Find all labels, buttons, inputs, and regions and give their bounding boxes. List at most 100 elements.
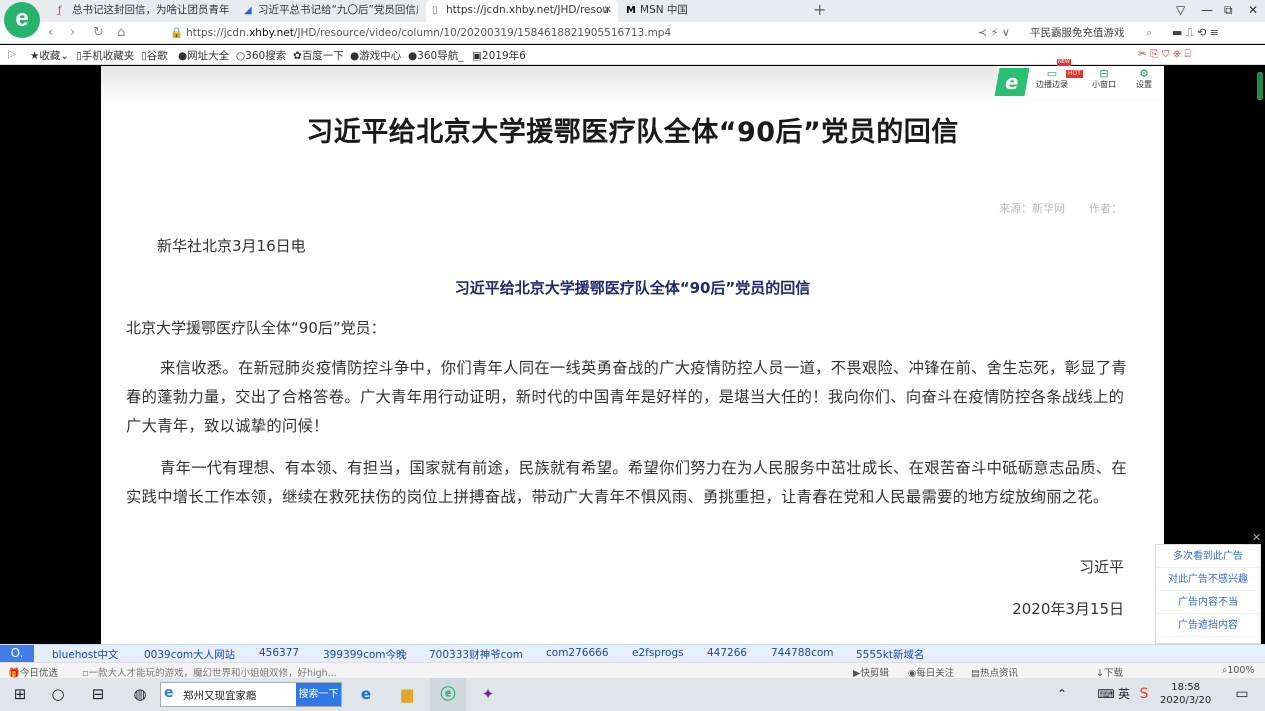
toolbar-icons[interactable]: ▬ ⎍ ⟲ ≡ — [1172, 24, 1219, 42]
msn-icon: M — [626, 5, 636, 16]
ad-link[interactable]: com276666 — [546, 647, 609, 659]
url-domain: xhby.net — [249, 27, 294, 39]
share-icon[interactable]: ≺ ⚡ ∨ — [978, 24, 1010, 42]
ad-feedback-option[interactable]: 对此广告不感兴趣 — [1156, 568, 1260, 591]
taskbar-search-button[interactable]: 搜索一下 — [296, 683, 341, 706]
ad-link[interactable]: 744788com — [771, 647, 834, 659]
settings-button[interactable]: ⚙ 设置 — [1127, 68, 1161, 90]
tab-1[interactable]: ƒ 总书记这封回信，为啥让团员青年 — [52, 0, 230, 22]
url-field[interactable]: 🔒 https://jcdn.xhby.net/JHD/resource/vide… — [170, 26, 671, 39]
clock[interactable]: 18:58 2020/3/20 — [1160, 681, 1211, 707]
status-item[interactable]: ▶快剪辑 — [853, 665, 889, 679]
home-icon[interactable]: ⌂ — [117, 24, 125, 42]
link-bar: O. bluehost中文 0039com大人网站 456377 399399c… — [0, 644, 1265, 663]
extension-icons[interactable]: ✂ ⎘ ⛉ ⎈ ⌸ — [1138, 48, 1191, 61]
close-icon[interactable]: ✕ — [1252, 531, 1261, 544]
forward-icon[interactable]: › — [70, 24, 75, 42]
clock-date: 2020/3/20 — [1160, 695, 1212, 706]
bookmark-item[interactable]: ▣2019年6 — [472, 48, 526, 63]
bookmark-item[interactable]: ●360导航_ — [408, 48, 463, 63]
letter-title: 习近平给北京大学援鄂医疗队全体“90后”党员的回信 — [454, 279, 811, 297]
tab-label: MSN 中国 — [640, 4, 688, 16]
ad-link[interactable]: 5555kt新域名 — [856, 647, 924, 662]
ad-link[interactable]: 0039com大人网站 — [144, 647, 235, 662]
tab-4[interactable]: M MSN 中国 — [620, 0, 805, 22]
url-prefix: https://jcdn. — [186, 27, 250, 39]
ad-link[interactable]: 447266 — [707, 647, 747, 659]
back-icon[interactable]: ‹ — [48, 24, 53, 42]
link-bar-logo[interactable]: O. — [0, 645, 34, 663]
ad-link[interactable]: bluehost中文 — [52, 647, 118, 662]
bookmark-item[interactable]: ★收藏⌄ — [30, 48, 69, 63]
hot-badge: HOT — [1066, 70, 1083, 78]
article-source: 来源：新华网 — [999, 202, 1065, 215]
ie-icon: e — [164, 685, 174, 701]
paragraph-2: 青年一代有理想、有本领、有担当，国家就有前途，民族就有希望。希望你们努力在为人民… — [126, 459, 1128, 506]
chevron-up-icon[interactable]: ⌃ — [1050, 683, 1074, 705]
record-button[interactable]: ▭ 边播边录 — [1035, 68, 1069, 90]
address-bar: ‹ › ↻ ⌂ 🔒 https://jcdn.xhby.net/JHD/resou… — [0, 22, 1265, 44]
browser-logo-icon[interactable]: e — [994, 68, 1030, 96]
url-path: /JHD/resource/video/column/10/20200319/1… — [293, 27, 672, 39]
mini-window-button[interactable]: ⊟ 小窗口 — [1087, 68, 1121, 90]
notification-icon[interactable]: ▭ — [1230, 683, 1254, 705]
windows-start-icon[interactable]: ⊞ — [8, 683, 32, 705]
bookmark-item[interactable]: ▯手机收藏夹 — [76, 48, 134, 63]
search-icon[interactable]: ⌕ — [1146, 24, 1152, 42]
bookmark-item[interactable]: ●游戏中心 — [350, 48, 401, 63]
ad-feedback-option[interactable]: 多次看到此广告 — [1156, 545, 1260, 568]
game-app-icon[interactable]: ✦ — [476, 683, 500, 705]
restore-button[interactable]: ⧉ — [1224, 0, 1233, 20]
status-item[interactable]: ▤热点资讯 — [971, 665, 1018, 679]
ad-link[interactable]: 399399com今晚 — [323, 647, 407, 662]
browser-logo-icon[interactable]: e — [4, 2, 40, 38]
folder-icon[interactable]: ▆ — [395, 683, 419, 705]
ad-feedback-panel: 多次看到此广告 对此广告不感兴趣 广告内容不当 广告遮挡内容 — [1155, 544, 1261, 644]
tab-2[interactable]: ◢ 习近平总书记给“九〇后”党员回信后 — [238, 0, 418, 22]
ad-link[interactable]: 700333财神爷com — [429, 647, 523, 662]
page-icon: ▯ — [432, 5, 438, 16]
close-window-button[interactable]: ✕ — [1248, 0, 1258, 20]
new-tab-button[interactable]: + — [813, 0, 826, 20]
download-button[interactable]: ↓下载 — [1096, 665, 1123, 679]
cortana-icon[interactable]: ○ — [46, 683, 70, 705]
news-ticker[interactable]: ▫一款大人才能玩的游戏，魔幻世界和小姐姐双修，好high... — [82, 665, 337, 679]
ad-feedback-option[interactable]: 广告遮挡内容 — [1156, 614, 1260, 637]
status-item[interactable]: ◉每日关注 — [908, 665, 954, 679]
bookmark-item[interactable]: ▯谷歌 — [141, 48, 168, 63]
sidebar-toggle-icon[interactable]: ▷ — [8, 48, 16, 60]
menu-icon[interactable]: ▽ — [1176, 0, 1185, 20]
zoom-level[interactable]: ⌕100% — [1222, 665, 1255, 676]
scrollbar-thumb[interactable] — [1257, 72, 1263, 100]
taskbar-search[interactable]: e 郑州又现宜家瘾 搜索一下 — [160, 682, 342, 707]
sogou-icon[interactable]: S — [1132, 683, 1156, 705]
lock-icon: 🔒 — [170, 27, 184, 39]
record-icon: ▭ — [1046, 67, 1058, 80]
taskbar-search-input[interactable]: 郑州又现宜家瘾 — [183, 688, 257, 703]
bookmark-item[interactable]: ✿百度一下 — [293, 48, 344, 63]
ad-link[interactable]: 456377 — [259, 647, 299, 659]
edge-icon[interactable]: e — [354, 683, 378, 705]
bookmark-item[interactable]: ○360搜索 — [236, 48, 286, 63]
reload-icon[interactable]: ↻ — [93, 24, 104, 42]
task-view-icon[interactable]: ⊟ — [86, 683, 110, 705]
status-bar: 🎁今日优选 ▫一款大人才能玩的游戏，魔幻世界和小姐姐双修，好high... ▶快… — [0, 662, 1265, 679]
360-browser-icon[interactable]: ⓔ — [436, 683, 460, 705]
app-icon[interactable]: ◍ — [128, 683, 152, 705]
article-page: 习近平给北京大学援鄂医疗队全体“90后”党员的回信 来源：新华网 作者： 新华社北… — [101, 66, 1164, 644]
page-title: 习近平给北京大学援鄂医疗队全体“90后”党员的回信 — [306, 117, 959, 148]
tab-favicon-icon: ◢ — [244, 5, 252, 16]
minimize-button[interactable]: — — [1201, 0, 1213, 20]
clock-time: 18:58 — [1171, 682, 1201, 693]
tab-label: 总书记这封回信，为啥让团员青年 — [72, 4, 230, 16]
taskbar: ⊞ ○ ⊟ ◍ e 郑州又现宜家瘾 搜索一下 e ▆ ⓔ ✦ ⌃ ⌨ 英 S 1… — [0, 678, 1265, 711]
ad-link[interactable]: e2fsprogs — [632, 647, 684, 659]
gear-icon: ⚙ — [1139, 67, 1149, 80]
close-tab-icon[interactable]: ✕ — [603, 0, 612, 21]
ad-feedback-option[interactable]: 广告内容不当 — [1156, 591, 1260, 614]
tab-3-active[interactable]: ▯ https://jcdn.xhby.net/JHD/resou ✕ — [426, 0, 618, 22]
search-input[interactable]: 平民霸服免充值游戏 — [1030, 25, 1125, 40]
bookmark-item[interactable]: ●网址大全 — [178, 48, 229, 63]
today-pick[interactable]: 🎁今日优选 — [8, 665, 58, 679]
bookmarks-bar: ▷ ★收藏⌄ ▯手机收藏夹 ▯谷歌 ●网址大全 ○360搜索 ✿百度一下 ●游戏… — [0, 45, 1265, 65]
